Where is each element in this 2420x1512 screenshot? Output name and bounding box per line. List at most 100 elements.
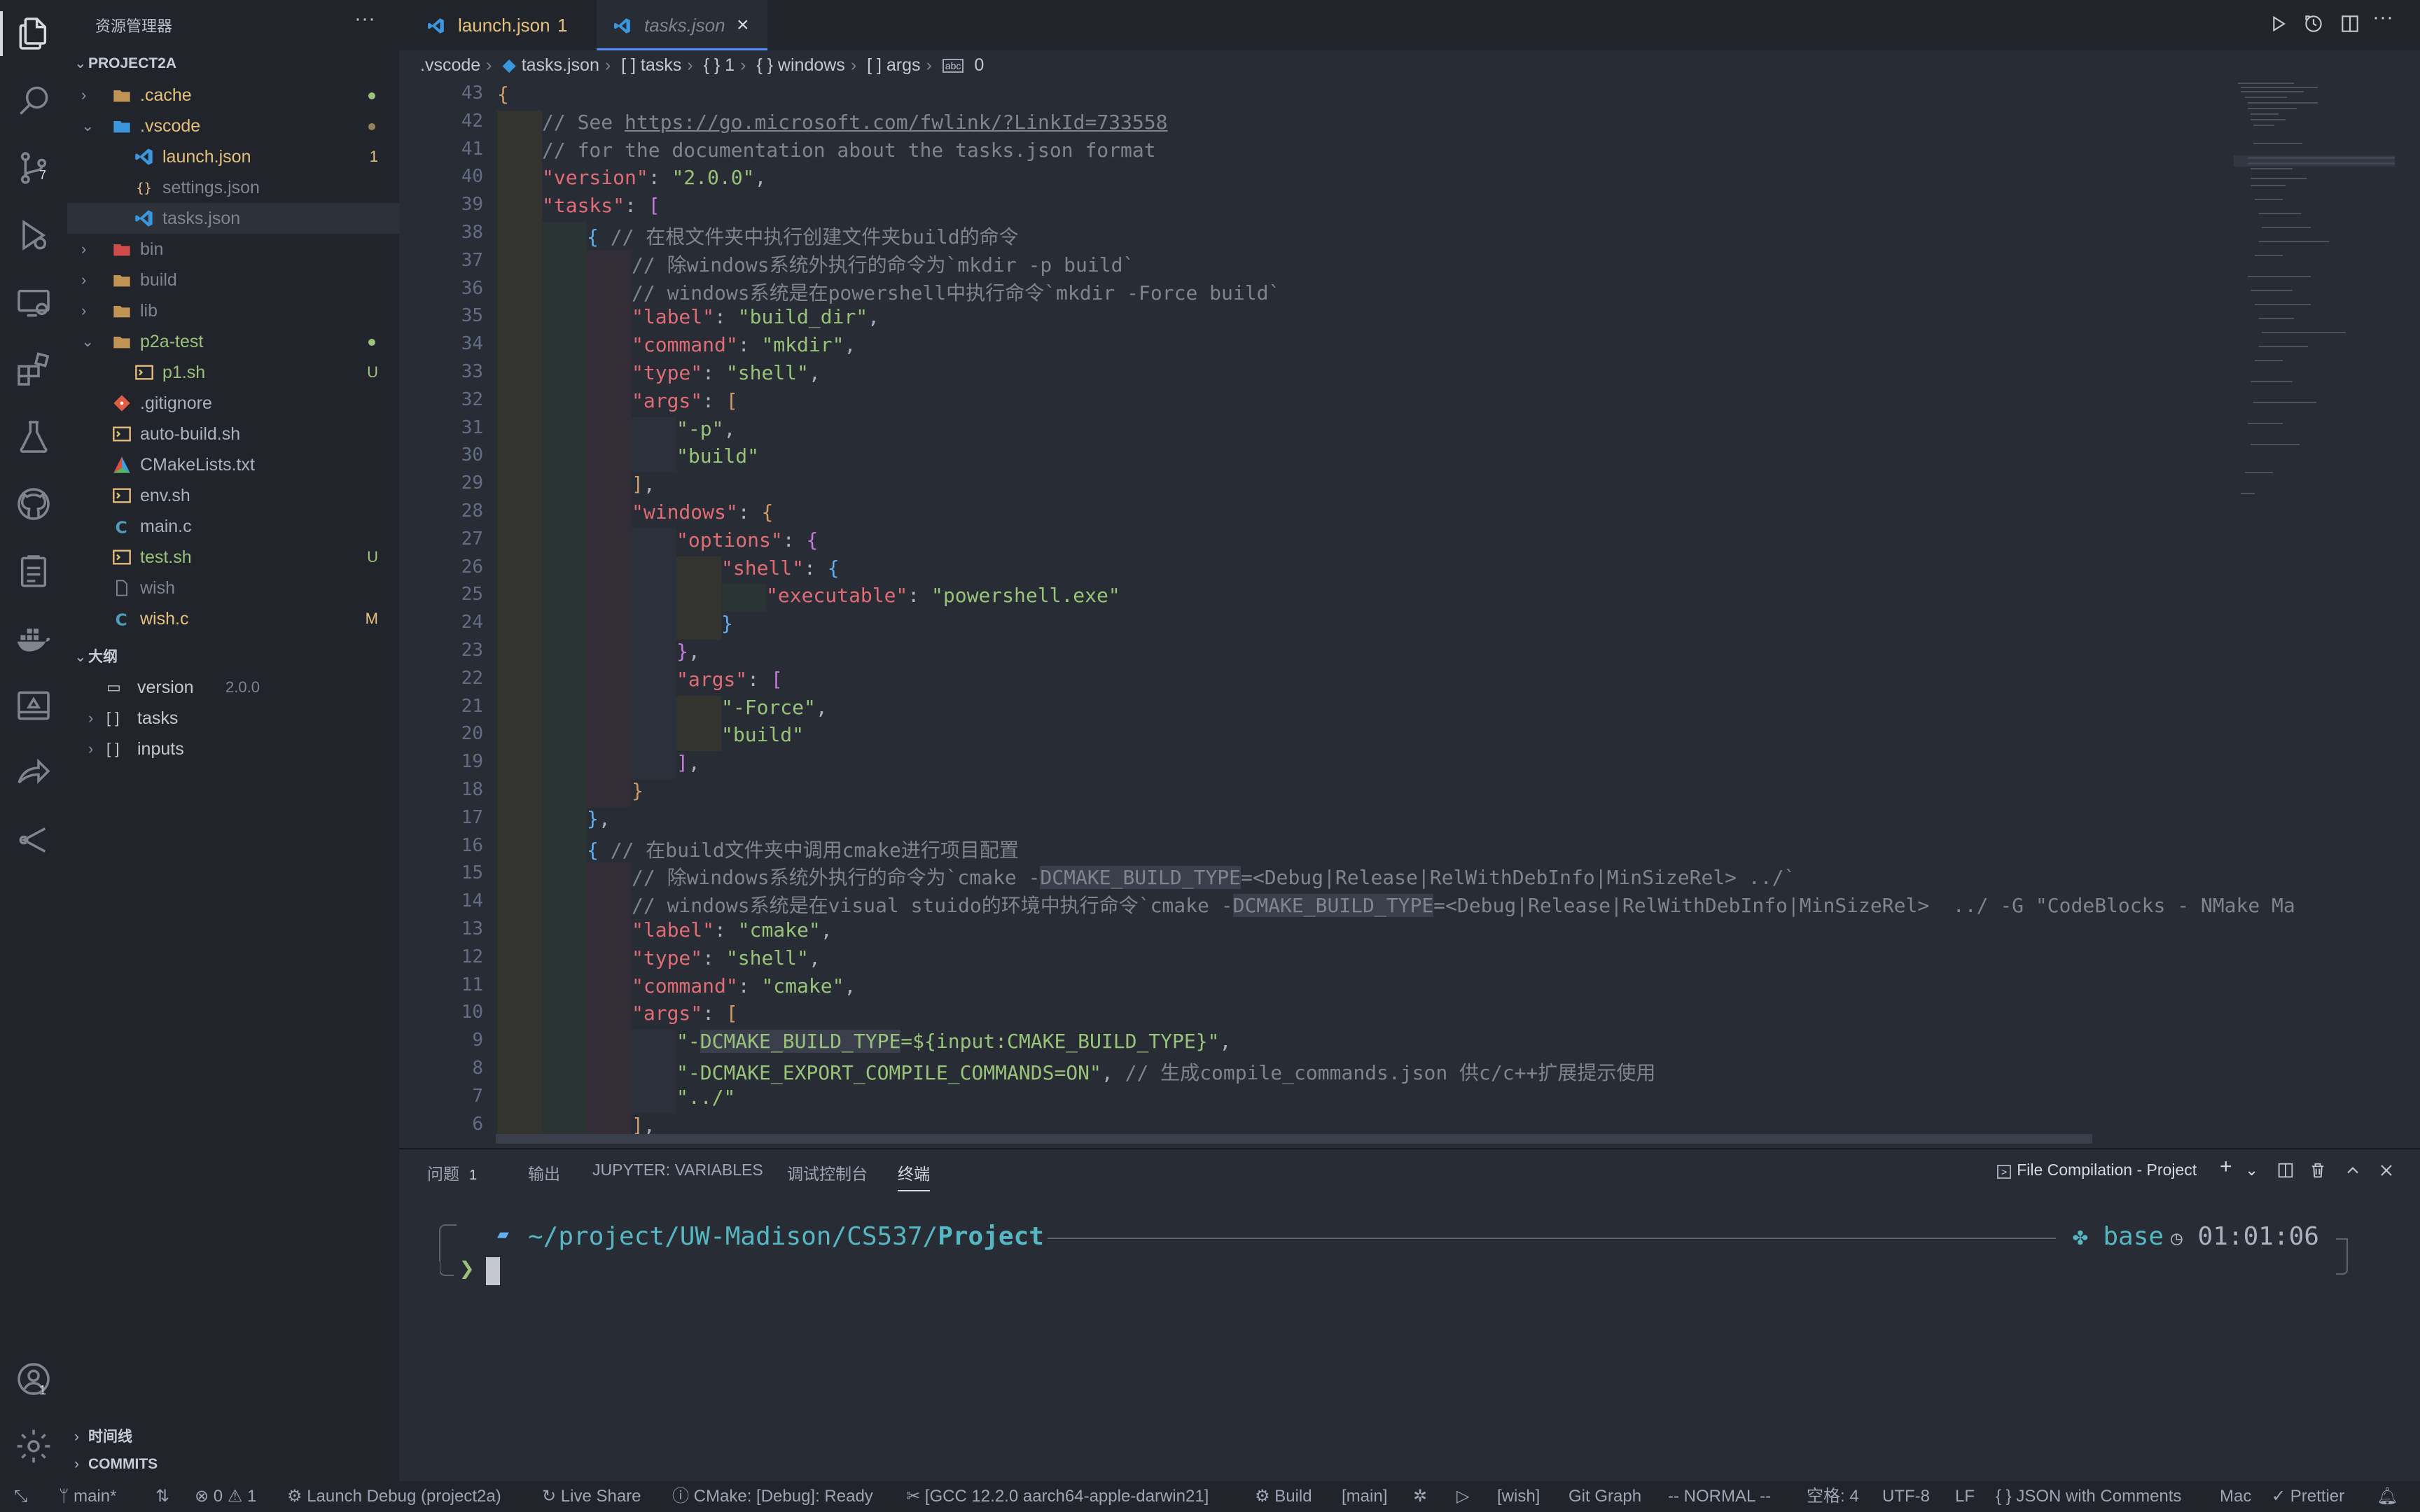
tab-jupyter-variables[interactable]: JUPYTER: VARIABLES: [592, 1161, 763, 1180]
indent-guide: [676, 584, 721, 612]
launch-debug-status[interactable]: ⚙ Launch Debug (project2a): [287, 1481, 501, 1512]
timeline-section-header[interactable]: › 时间线: [74, 1425, 132, 1446]
branch-status[interactable]: ᛘ main*: [59, 1481, 116, 1512]
os-status[interactable]: Mac: [2220, 1481, 2251, 1512]
settings-gear-icon[interactable]: [14, 1427, 53, 1466]
tab-tasks-json[interactable]: tasks.json ×: [597, 0, 767, 50]
split-terminal-icon[interactable]: [2276, 1161, 2295, 1180]
kit-status[interactable]: ✂ [GCC 12.2.0 aarch64-apple-darwin21]: [906, 1481, 1209, 1512]
breadcrumb-file[interactable]: tasks.json: [522, 55, 599, 75]
sync-icon[interactable]: ⇅: [155, 1481, 169, 1512]
build-target[interactable]: [main]: [1342, 1481, 1387, 1512]
live-share-icon[interactable]: [14, 753, 53, 792]
split-editor-icon[interactable]: [2339, 13, 2361, 35]
tree-file-cmakelists-txt[interactable]: CMakeLists.txt: [67, 449, 399, 480]
launch-target[interactable]: [wish]: [1497, 1481, 1540, 1512]
breadcrumb-tasks[interactable]: [ ] tasks: [621, 55, 681, 75]
tree-file-launch-json[interactable]: launch.json 1: [67, 141, 399, 172]
chevron-down-icon[interactable]: ⌄: [2245, 1161, 2258, 1180]
tree-file-gitignore[interactable]: .gitignore: [67, 388, 399, 419]
tree-file-wish[interactable]: wish: [67, 573, 399, 603]
clipboard-icon[interactable]: [14, 552, 53, 591]
accounts-icon[interactable]: 1: [14, 1359, 53, 1399]
trash-icon[interactable]: [2308, 1161, 2328, 1180]
tab-launch-json[interactable]: launch.json 1: [413, 0, 588, 50]
tab-debug-console[interactable]: 调试控制台: [787, 1161, 868, 1184]
chevron-right-icon: ›: [74, 1456, 79, 1472]
indent-guide: [497, 528, 542, 556]
outline-item-tasks[interactable]: › [ ] tasks: [67, 703, 399, 734]
remote-window-icon[interactable]: [14, 686, 53, 725]
project-section-header[interactable]: ⌄ PROJECT2A: [74, 55, 176, 72]
testing-icon[interactable]: [14, 417, 53, 456]
indent-guide: [587, 444, 632, 473]
tab-terminal[interactable]: 终端: [898, 1161, 930, 1191]
tree-folder-p2a-test[interactable]: ⌄ p2a-test: [67, 326, 399, 357]
line-number: 39: [461, 194, 483, 216]
close-panel-icon[interactable]: [2377, 1161, 2396, 1180]
docker-icon[interactable]: [14, 619, 53, 658]
tree-file-tasks-json[interactable]: tasks.json: [67, 203, 399, 234]
indent-status[interactable]: 空格: 4: [1807, 1481, 1859, 1512]
indent-guide: [542, 1030, 587, 1058]
git-graph-icon[interactable]: [14, 820, 53, 860]
tree-file-env-sh[interactable]: env.sh: [67, 480, 399, 511]
breadcrumb-windows[interactable]: { } windows: [756, 55, 844, 75]
outline-section-header[interactable]: ⌄ 大纲: [74, 645, 118, 666]
tree-folder-cache[interactable]: › .cache: [67, 80, 399, 111]
github-icon[interactable]: [14, 484, 53, 524]
debug-icon[interactable]: ✲: [1413, 1481, 1427, 1512]
more-actions-icon[interactable]: ···: [2372, 6, 2393, 29]
tree-folder-lib[interactable]: › lib: [67, 295, 399, 326]
explorer-icon[interactable]: [0, 11, 53, 56]
tree-file-test-sh[interactable]: test.sh U: [67, 542, 399, 573]
extensions-icon[interactable]: [14, 350, 53, 389]
encoding-status[interactable]: UTF-8: [1882, 1481, 1930, 1512]
notifications-icon[interactable]: 🔔︎: [2377, 1481, 2398, 1512]
tree-file-main-c[interactable]: Cmain.c: [67, 511, 399, 542]
search-icon[interactable]: [14, 81, 53, 120]
tab-output[interactable]: 输出: [528, 1161, 560, 1184]
live-share-status[interactable]: ↻ Live Share: [542, 1481, 641, 1512]
language-status[interactable]: { } JSON with Comments: [1996, 1481, 2181, 1512]
line-number: 36: [461, 277, 483, 299]
problems-status[interactable]: ⊗ 0 ⚠ 1: [195, 1481, 256, 1512]
horizontal-scrollbar[interactable]: [496, 1134, 2092, 1144]
outline-item-inputs[interactable]: › [ ] inputs: [67, 734, 399, 764]
remote-icon[interactable]: ⤡: [14, 1481, 27, 1512]
close-icon[interactable]: ×: [737, 0, 749, 50]
tree-file-settings-json[interactable]: {} settings.json: [67, 172, 399, 203]
tree-folder-bin[interactable]: › bin: [67, 234, 399, 265]
minimap[interactable]: [2234, 80, 2395, 500]
tree-file-auto-build-sh[interactable]: auto-build.sh: [67, 419, 399, 449]
run-icon[interactable]: [2267, 13, 2290, 35]
breadcrumb-item[interactable]: { } 1: [704, 55, 735, 75]
cmake-status[interactable]: ⓘ CMake: [Debug]: Ready: [672, 1481, 873, 1512]
code-editor[interactable]: 43 {42 // See https://go.microsoft.com/fwl…: [399, 80, 2420, 1148]
prettier-status[interactable]: ✓ Prettier: [2272, 1481, 2344, 1512]
tree-file-wish-c[interactable]: Cwish.c M: [67, 603, 399, 634]
source-control-icon[interactable]: 7: [14, 148, 53, 188]
breadcrumb-args[interactable]: [ ] args: [867, 55, 920, 75]
timeline-history-icon[interactable]: [2302, 13, 2325, 35]
run-icon[interactable]: ▷: [1456, 1481, 1469, 1512]
terminal-cursor[interactable]: [486, 1257, 500, 1285]
more-actions-icon[interactable]: ···: [354, 7, 375, 31]
git-graph-status[interactable]: Git Graph: [1569, 1481, 1641, 1512]
maximize-panel-icon[interactable]: [2343, 1161, 2363, 1180]
tree-folder-build[interactable]: › build: [67, 265, 399, 295]
tree-folder-vscode[interactable]: ⌄ .vscode: [67, 111, 399, 141]
commits-section-header[interactable]: › COMMITS: [74, 1456, 158, 1473]
run-debug-icon[interactable]: [14, 216, 53, 255]
terminal-selector[interactable]: > File Compilation - Project: [1997, 1161, 2197, 1180]
outline-item-version[interactable]: ▭ version 2.0.0: [67, 672, 399, 703]
breadcrumb-index[interactable]: 0: [974, 55, 984, 75]
eol-status[interactable]: LF: [1955, 1481, 1975, 1512]
source-control-badge: 7: [39, 168, 47, 182]
remote-explorer-icon[interactable]: [14, 283, 53, 322]
build-status[interactable]: ⚙ Build: [1255, 1481, 1312, 1512]
tab-problems[interactable]: 问题 1: [427, 1161, 477, 1184]
breadcrumb-folder[interactable]: .vscode: [420, 55, 480, 75]
add-terminal-icon[interactable]: +: [2220, 1155, 2232, 1179]
tree-file-p1-sh[interactable]: p1.sh U: [67, 357, 399, 388]
